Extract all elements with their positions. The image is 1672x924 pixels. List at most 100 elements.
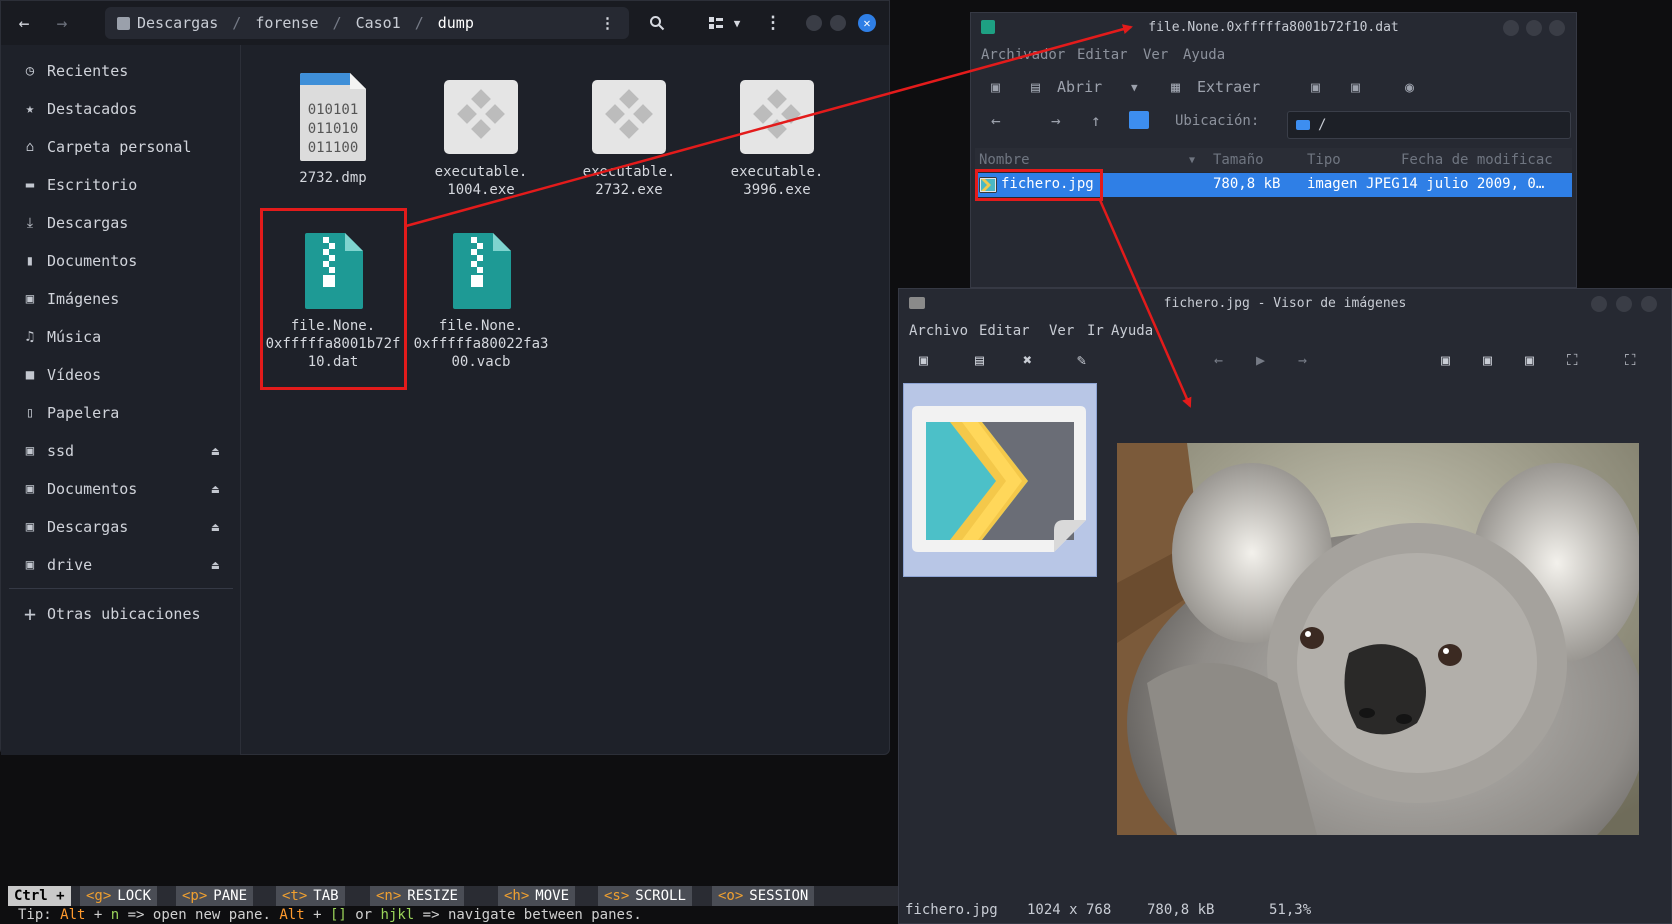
extract-button[interactable]: Extraer: [1197, 78, 1260, 96]
delete-icon[interactable]: ✖: [1023, 351, 1032, 369]
thumbnail-pane[interactable]: [903, 383, 1097, 577]
location-field[interactable]: /: [1287, 111, 1571, 139]
column-date[interactable]: Fecha de modificac: [1401, 152, 1553, 168]
executable-icon: [444, 80, 518, 154]
maximize-button[interactable]: [1616, 296, 1632, 312]
sidebar-item-papelera[interactable]: ▯ Papelera: [1, 395, 241, 431]
zoom-in-icon[interactable]: ▣: [1441, 351, 1450, 369]
sidebar-item-label: Papelera: [47, 404, 120, 422]
file-item[interactable]: executable. 1004.exe: [406, 71, 556, 199]
open-icon[interactable]: ▤: [1031, 78, 1040, 96]
column-size[interactable]: Tamaño: [1213, 152, 1264, 168]
breadcrumb-item[interactable]: Descargas: [137, 14, 218, 32]
sidebar-item-label: Vídeos: [47, 366, 102, 384]
kebab-menu-icon[interactable]: ⋮: [600, 14, 615, 32]
file-manager-window: ← → Descargas / forense / Caso1 / dump ⋮…: [0, 0, 890, 755]
main-menu-icon[interactable]: ⋮: [763, 11, 783, 35]
save-icon[interactable]: ▤: [975, 351, 984, 369]
sidebar-item-documentos[interactable]: ▮ Documentos: [1, 243, 241, 279]
close-button[interactable]: [1641, 296, 1657, 312]
open-button[interactable]: Abrir: [1057, 78, 1102, 96]
file-item[interactable]: 010101 011010 011100 2732.dmp: [258, 71, 408, 187]
sidebar-item-vídeos[interactable]: ■ Vídeos: [1, 357, 241, 393]
minimize-button[interactable]: [806, 15, 822, 31]
forward-arrow-icon[interactable]: →: [1051, 111, 1061, 130]
menu-archivador[interactable]: Archivador: [981, 47, 1065, 63]
add-file-icon[interactable]: ▣: [1311, 78, 1320, 96]
chevron-down-icon[interactable]: ▼: [1131, 81, 1138, 94]
new-archive-icon[interactable]: ▣: [991, 78, 1000, 96]
search-icon[interactable]: [645, 11, 669, 35]
eject-icon[interactable]: ⏏: [212, 444, 219, 458]
menu-ver[interactable]: Ver: [1143, 47, 1168, 63]
mode-key: <o>: [718, 888, 744, 904]
minimize-button[interactable]: [1503, 20, 1519, 36]
play-icon[interactable]: ▶: [1256, 351, 1265, 369]
menu-ir[interactable]: Ir: [1087, 323, 1104, 339]
executable-icon: [592, 80, 666, 154]
sidebar-item-descargas[interactable]: ⤓ Descargas: [1, 205, 241, 241]
home-folder-icon[interactable]: [1129, 111, 1149, 129]
extract-icon[interactable]: ▦: [1171, 78, 1180, 96]
breadcrumb-separator: /: [232, 14, 242, 32]
sidebar-item-imágenes[interactable]: ▣ Imágenes: [1, 281, 241, 317]
sidebar-item-música[interactable]: ♫ Música: [1, 319, 241, 355]
breadcrumb-item[interactable]: Caso1: [356, 14, 401, 32]
sidebar-item-drive[interactable]: ▣ drive ⏏: [1, 547, 241, 583]
mode-segment-move: <h> MOVE: [498, 886, 576, 906]
breadcrumb-current[interactable]: dump: [438, 14, 474, 32]
mode-segment-tab: <t> TAB: [276, 886, 345, 906]
file-name: executable. 3996.exe: [730, 164, 824, 198]
maximize-button[interactable]: [830, 15, 846, 31]
eject-icon[interactable]: ⏏: [212, 558, 219, 572]
zoom-original-icon[interactable]: ▣: [1525, 351, 1534, 369]
file-item[interactable]: file.None. 0xfffffa80022fa3 00.vacb: [406, 223, 556, 371]
drive-icon: ▣: [25, 481, 35, 497]
sidebar-item-escritorio[interactable]: ▬ Escritorio: [1, 167, 241, 203]
view-list-icon[interactable]: [705, 11, 727, 35]
close-button[interactable]: ✕: [858, 14, 876, 32]
menu-editar[interactable]: Editar: [1077, 47, 1128, 63]
menu-editar[interactable]: Editar: [979, 323, 1030, 339]
menu-ayuda[interactable]: Ayuda: [1111, 323, 1153, 339]
back-arrow-icon[interactable]: ←: [7, 6, 41, 40]
close-button[interactable]: [1549, 20, 1565, 36]
minimize-button[interactable]: [1591, 296, 1607, 312]
zoom-fit-icon[interactable]: ⛶: [1567, 351, 1578, 369]
menu-ver[interactable]: Ver: [1049, 323, 1074, 339]
back-arrow-icon[interactable]: ←: [991, 111, 1001, 130]
stop-icon[interactable]: ◉: [1405, 78, 1414, 96]
previous-arrow-icon[interactable]: ←: [1214, 351, 1223, 369]
file-item[interactable]: executable. 3996.exe: [702, 71, 852, 199]
sidebar-item-documentos[interactable]: ▣ Documentos ⏏: [1, 471, 241, 507]
sidebar-item-recientes[interactable]: ◷ Recientes: [1, 53, 241, 89]
sidebar-item-ssd[interactable]: ▣ ssd ⏏: [1, 433, 241, 469]
sidebar-item-descargas[interactable]: ▣ Descargas ⏏: [1, 509, 241, 545]
zoom-out-icon[interactable]: ▣: [1483, 351, 1492, 369]
column-type[interactable]: Tipo: [1307, 152, 1341, 168]
breadcrumb-item[interactable]: forense: [255, 14, 318, 32]
forward-arrow-icon[interactable]: →: [45, 6, 79, 40]
column-name[interactable]: Nombre: [979, 152, 1030, 168]
sidebar-item-carpeta-personal[interactable]: ⌂ Carpeta personal: [1, 129, 241, 165]
sidebar-item-other-locations[interactable]: + Otras ubicaciones: [1, 596, 241, 632]
eject-icon[interactable]: ⏏: [212, 520, 219, 534]
home-icon: ⌂: [25, 139, 35, 155]
fullscreen-icon[interactable]: ⛶: [1625, 351, 1636, 369]
file-item[interactable]: executable. 2732.exe: [554, 71, 704, 199]
sidebar-item-label: ssd: [47, 442, 75, 460]
next-arrow-icon[interactable]: →: [1298, 351, 1307, 369]
edit-pencil-icon[interactable]: ✎: [1077, 351, 1086, 369]
up-arrow-icon[interactable]: ↑: [1091, 111, 1101, 130]
add-folder-icon[interactable]: ▣: [1351, 78, 1360, 96]
window-title: fichero.jpg - Visor de imágenes: [1163, 295, 1407, 311]
highlight-box: [975, 169, 1103, 201]
chevron-down-icon[interactable]: ▼: [727, 11, 747, 35]
sidebar-item-destacados[interactable]: ★ Destacados: [1, 91, 241, 127]
open-icon[interactable]: ▣: [919, 351, 928, 369]
tip-key-brackets: []: [329, 907, 347, 923]
menu-ayuda[interactable]: Ayuda: [1183, 47, 1225, 63]
menu-archivo[interactable]: Archivo: [909, 323, 968, 339]
maximize-button[interactable]: [1526, 20, 1542, 36]
eject-icon[interactable]: ⏏: [212, 482, 219, 496]
